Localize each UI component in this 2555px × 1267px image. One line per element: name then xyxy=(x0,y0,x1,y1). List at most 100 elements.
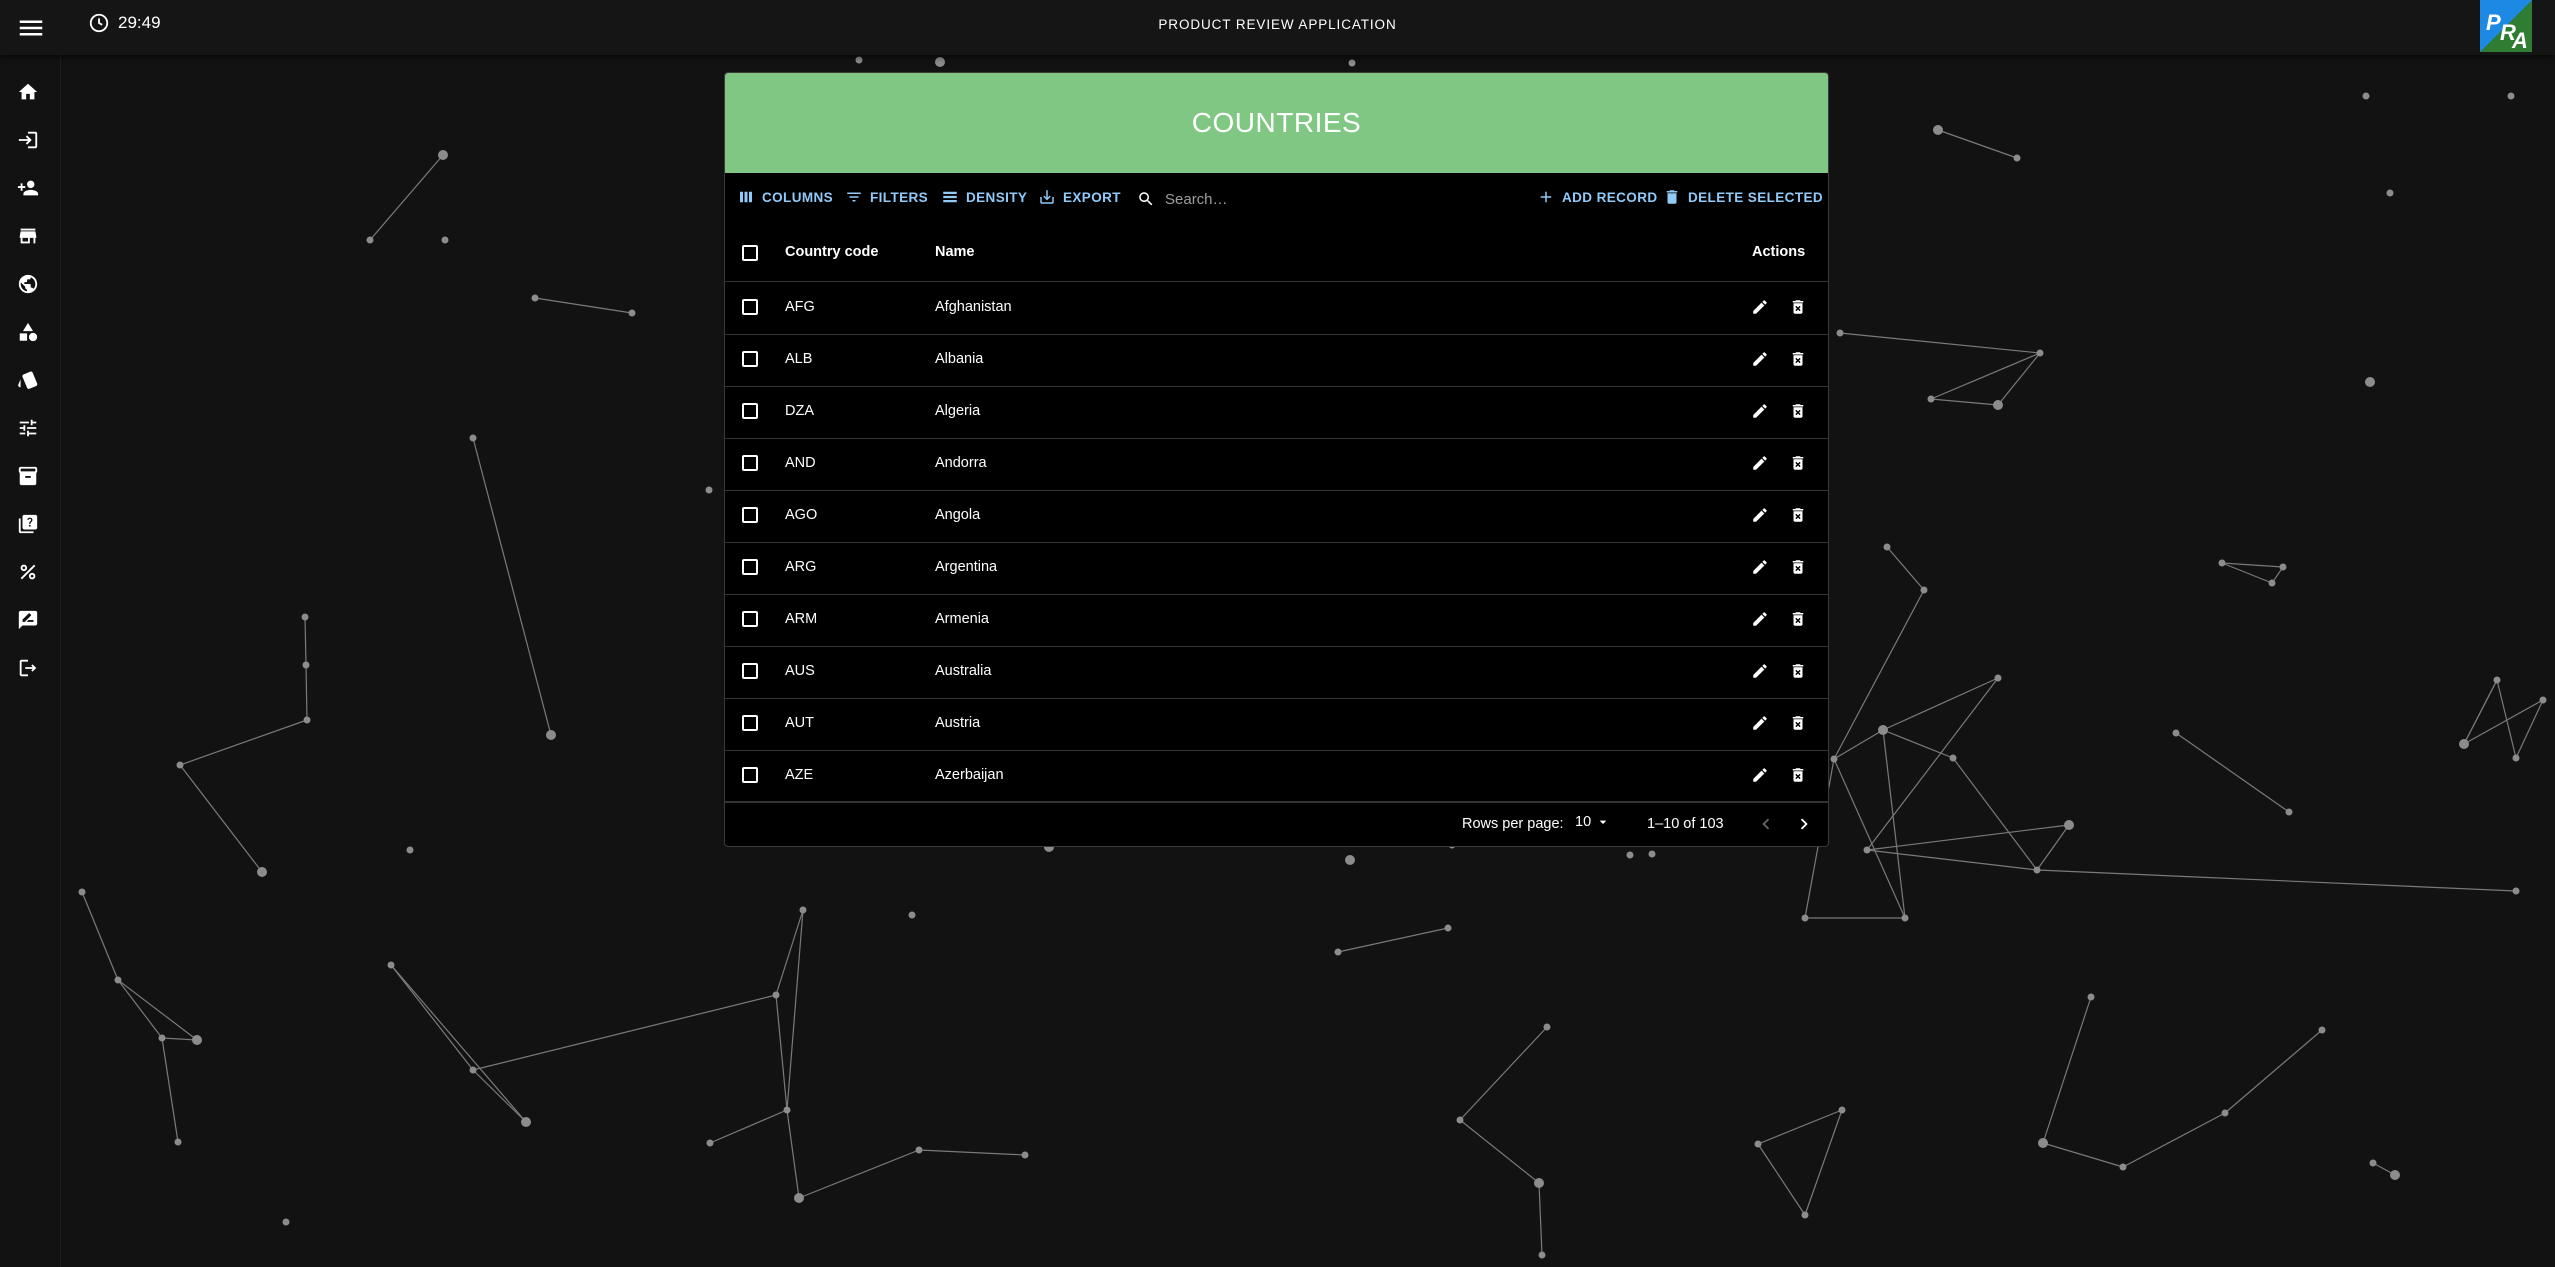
particle-node xyxy=(2279,563,2287,571)
login-icon xyxy=(18,131,38,149)
countries-panel: COUNTRIES COLUMNS FILTERS DENSITY EXPORT… xyxy=(724,72,1829,847)
sidebar-item-stores[interactable] xyxy=(15,223,41,249)
columns-button[interactable]: COLUMNS xyxy=(737,188,833,206)
cell-country-code: ALB xyxy=(785,351,813,367)
row-checkbox[interactable] xyxy=(742,663,758,679)
sidebar-item-help[interactable] xyxy=(15,511,41,537)
particle-node xyxy=(794,1193,804,1203)
sidebar-item-reviews[interactable] xyxy=(15,607,41,633)
table-row[interactable]: AGO Angola xyxy=(725,490,1828,543)
sidebar-item-logout[interactable] xyxy=(15,655,41,681)
density-button[interactable]: DENSITY xyxy=(941,188,1027,206)
table-row[interactable]: AUS Australia xyxy=(725,646,1828,699)
particle-node xyxy=(2318,1026,2326,1034)
particle-link xyxy=(1538,1182,1543,1256)
next-page-button[interactable] xyxy=(1792,812,1816,836)
sidebar-item-brands[interactable] xyxy=(15,367,41,393)
edit-button[interactable] xyxy=(1748,295,1772,319)
delete-button[interactable] xyxy=(1786,295,1810,319)
header-name[interactable]: Name xyxy=(935,244,975,260)
table-row[interactable]: ARG Argentina xyxy=(725,542,1828,595)
cell-country-name: Azerbaijan xyxy=(935,767,1004,783)
sidebar-item-login[interactable] xyxy=(15,127,41,153)
rows-per-page-value: 10 xyxy=(1575,814,1592,830)
row-checkbox[interactable] xyxy=(742,455,758,471)
edit-button[interactable] xyxy=(1748,555,1772,579)
sidebar-item-countries[interactable] xyxy=(15,271,41,297)
edit-button[interactable] xyxy=(1748,763,1772,787)
add-record-button[interactable]: ADD RECORD xyxy=(1537,188,1658,206)
sidebar-item-categories[interactable] xyxy=(15,319,41,345)
delete-button[interactable] xyxy=(1786,711,1810,735)
pencil-icon xyxy=(1753,352,1767,366)
particle-node xyxy=(628,309,636,317)
select-all-checkbox[interactable] xyxy=(742,245,758,261)
edit-button[interactable] xyxy=(1748,399,1772,423)
previous-page-button[interactable] xyxy=(1754,812,1778,836)
edit-button[interactable] xyxy=(1748,659,1772,683)
particle-node xyxy=(441,236,449,244)
edit-button[interactable] xyxy=(1748,451,1772,475)
sidebar-item-settings[interactable] xyxy=(15,415,41,441)
sidebar-item-home[interactable] xyxy=(15,79,41,105)
search-input[interactable] xyxy=(1163,189,1427,209)
filters-button[interactable]: FILTERS xyxy=(845,188,928,206)
particle-link xyxy=(1337,927,1449,953)
particle-link xyxy=(786,1109,800,1199)
particle-link xyxy=(161,1037,179,1143)
edit-button[interactable] xyxy=(1748,607,1772,631)
panel-header: COUNTRIES xyxy=(725,73,1828,173)
particle-link xyxy=(1866,849,2038,871)
edit-button[interactable] xyxy=(1748,503,1772,527)
trash-icon xyxy=(1792,612,1804,626)
row-checkbox[interactable] xyxy=(742,403,758,419)
particle-node xyxy=(1456,1116,1464,1124)
table-row[interactable]: ARM Armenia xyxy=(725,594,1828,647)
table-row[interactable]: DZA Algeria xyxy=(725,386,1828,439)
particle-node xyxy=(855,56,863,64)
table-row[interactable]: AUT Austria xyxy=(725,698,1828,751)
particle-node xyxy=(1334,948,1342,956)
delete-button[interactable] xyxy=(1786,555,1810,579)
row-checkbox[interactable] xyxy=(742,767,758,783)
table-row[interactable]: ALB Albania xyxy=(725,334,1828,387)
row-checkbox[interactable] xyxy=(742,559,758,575)
sidebar-item-discounts[interactable] xyxy=(15,559,41,585)
particle-node xyxy=(2268,579,2276,587)
edit-button[interactable] xyxy=(1748,347,1772,371)
plus-icon xyxy=(1540,191,1552,203)
trash-icon xyxy=(1792,456,1804,470)
table-row[interactable]: AZE Azerbaijan xyxy=(725,750,1828,803)
delete-button[interactable] xyxy=(1786,659,1810,683)
particle-link xyxy=(1459,1026,1548,1121)
rows-per-page-label: Rows per page: xyxy=(1462,816,1564,832)
row-checkbox[interactable] xyxy=(742,299,758,315)
particle-link xyxy=(2122,1112,2226,1168)
edit-button[interactable] xyxy=(1748,711,1772,735)
particle-link xyxy=(161,1037,198,1041)
table-row[interactable]: AFG Afghanistan xyxy=(725,282,1828,335)
sidebar-item-register[interactable] xyxy=(15,175,41,201)
trash-icon xyxy=(1792,716,1804,730)
row-checkbox[interactable] xyxy=(742,351,758,367)
delete-button[interactable] xyxy=(1786,607,1810,631)
rows-per-page-select[interactable]: 10 xyxy=(1575,814,1611,830)
delete-button[interactable] xyxy=(1786,451,1810,475)
export-button[interactable]: EXPORT xyxy=(1038,188,1121,206)
row-checkbox[interactable] xyxy=(742,715,758,731)
table-row[interactable]: AND Andorra xyxy=(725,438,1828,491)
particle-node xyxy=(1830,755,1838,763)
delete-button[interactable] xyxy=(1786,347,1810,371)
header-country-code[interactable]: Country code xyxy=(785,244,878,260)
particle-node xyxy=(1836,329,1844,337)
sidebar-item-archive[interactable] xyxy=(15,463,41,489)
delete-button[interactable] xyxy=(1786,763,1810,787)
delete-selected-button[interactable]: DELETE SELECTED xyxy=(1663,188,1823,206)
delete-button[interactable] xyxy=(1786,503,1810,527)
particle-link xyxy=(1882,677,1999,731)
row-checkbox[interactable] xyxy=(742,507,758,523)
particle-node xyxy=(387,961,395,969)
particle-node xyxy=(1348,59,1356,67)
row-checkbox[interactable] xyxy=(742,611,758,627)
delete-button[interactable] xyxy=(1786,399,1810,423)
